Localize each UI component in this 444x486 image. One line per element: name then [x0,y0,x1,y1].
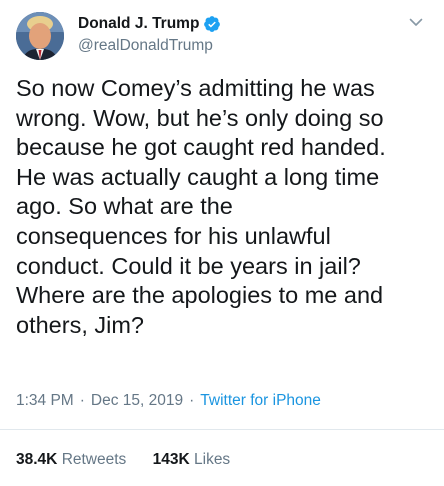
display-name[interactable]: Donald J. Trump [78,15,199,33]
tweet-date[interactable]: Dec 15, 2019 [91,392,183,409]
likes-stat[interactable]: 143K Likes [153,451,231,469]
retweets-label: Retweets [61,451,127,468]
tweet-header: Donald J. Trump @realDonaldTrump [16,12,428,60]
verified-badge-icon [203,15,221,33]
tweet-source-link[interactable]: Twitter for iPhone [200,392,321,409]
divider [0,429,444,430]
name-row: Donald J. Trump [78,14,221,34]
meta-separator: · [189,392,195,409]
retweets-count: 38.4K [16,451,58,468]
tweet-card: Donald J. Trump @realDonaldTrump So now … [0,0,444,486]
meta-separator: · [79,392,85,409]
engagement-stats: 38.4K Retweets 143K Likes [16,451,230,469]
account-names: Donald J. Trump @realDonaldTrump [78,14,221,55]
tweet-time[interactable]: 1:34 PM [16,392,74,409]
tweet-text: So now Comey’s admitting he was wrong. W… [16,75,386,338]
likes-count: 143K [152,451,190,468]
profile-avatar-icon[interactable] [16,12,64,60]
retweets-stat[interactable]: 38.4K Retweets [16,451,126,469]
chevron-down-icon[interactable] [408,14,424,30]
tweet-metadata: 1:34 PM · Dec 15, 2019 · Twitter for iPhone [16,392,321,410]
account-handle[interactable]: @realDonaldTrump [78,37,221,55]
likes-label: Likes [194,451,231,468]
